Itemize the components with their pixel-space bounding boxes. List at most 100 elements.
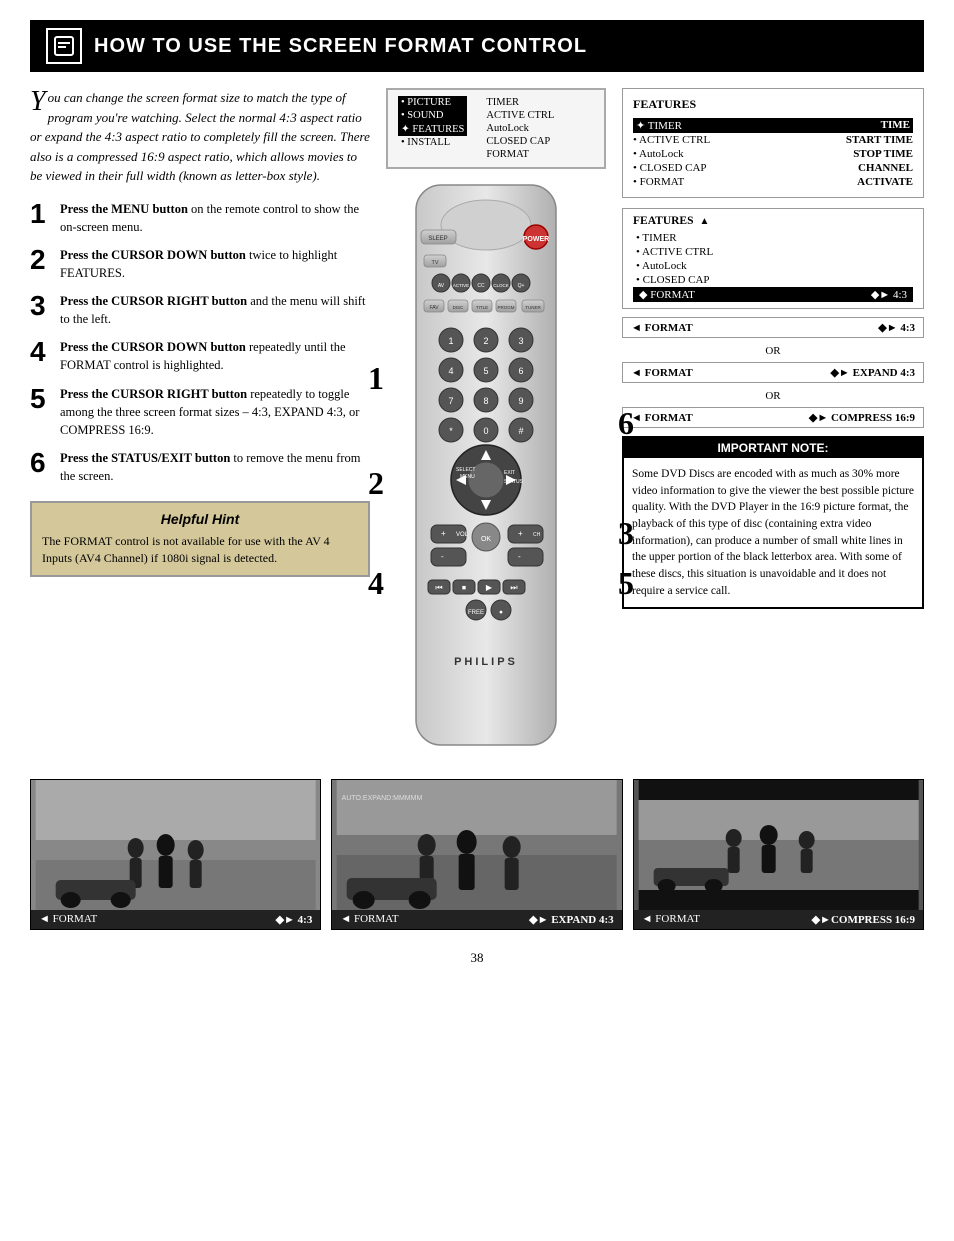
important-note-title: IMPORTANT NOTE: [624, 438, 922, 458]
demo-compress: ◄ FORMAT ◆►COMPRESS 16:9 [633, 779, 924, 930]
features-active-ctrl-row: • ACTIVE CTRL START TIME [633, 133, 913, 147]
step-1-number: 1 [30, 200, 50, 228]
menu-item-sound: ✦ FEATURES [398, 122, 467, 136]
svg-text:PROGM: PROGM [497, 305, 514, 310]
format-row-1: ◄ FORMAT ◆► 4:3 [622, 317, 924, 338]
step-6-number: 6 [30, 449, 50, 477]
important-note: IMPORTANT NOTE: Some DVD Discs are encod… [622, 436, 924, 609]
svg-text:⏮: ⏮ [435, 583, 442, 592]
menu-active-ctrl: ACTIVE CTRL [483, 109, 557, 122]
svg-text:DISC: DISC [453, 305, 465, 310]
features-closed-cap-row: • CLOSED CAP CHANNEL [633, 161, 913, 175]
svg-text:#: # [518, 426, 523, 436]
svg-text:-: - [441, 552, 444, 561]
step-4: 4 Press the CURSOR DOWN button repeatedl… [30, 338, 370, 374]
remote-step-2-label: 2 [368, 465, 384, 502]
svg-text:⏺: ⏺ [499, 610, 502, 616]
middle-column: • PICTURE • SOUND ✦ FEATURES • INSTALL T… [386, 88, 606, 759]
step-5-text: Press the CURSOR RIGHT button repeatedly… [60, 385, 370, 439]
svg-text:3: 3 [518, 336, 523, 346]
step-5: 5 Press the CURSOR RIGHT button repeated… [30, 385, 370, 439]
format-or-2: OR [622, 387, 924, 405]
remote-control: 1 2 4 6 3 5 [386, 175, 606, 759]
menu-item-install: • INSTALL [398, 136, 467, 149]
step-5-bold: Press the CURSOR RIGHT button [60, 387, 247, 401]
features-menu-1: FEATURES ✦ TIMER TIME • ACTIVE CTRL STAR… [622, 88, 924, 198]
svg-text:⏭: ⏭ [510, 583, 517, 592]
svg-text:SLEEP: SLEEP [428, 236, 447, 242]
features-menu-2-title: FEATURES [633, 215, 694, 227]
menu-closed-cap: CLOSED CAP [483, 135, 557, 148]
step-6-text: Press the STATUS/EXIT button to remove t… [60, 449, 370, 485]
drop-cap: Y [30, 88, 46, 116]
step-2-bold: Press the CURSOR DOWN button [60, 248, 246, 262]
menu-timer: TIMER [483, 96, 557, 109]
remote-step-1-label: 1 [368, 360, 384, 397]
hint-text: The FORMAT control is not available for … [42, 533, 358, 567]
remote-step-4-label: 4 [368, 565, 384, 602]
svg-text:0: 0 [483, 426, 488, 436]
svg-text:2: 2 [483, 336, 488, 346]
format-row-3: ◄ FORMAT ◆► COMPRESS 16:9 [622, 407, 924, 428]
important-note-body: Some DVD Discs are encoded with as much … [624, 458, 922, 607]
step-6-bold: Press the STATUS/EXIT button [60, 451, 230, 465]
svg-text:6: 6 [518, 366, 523, 376]
demo-expand: AUTO:EXPAND:MMMMM ◄ FORMAT ◆► EXPAND 4:3 [331, 779, 622, 930]
fm2-autolock: • AutoLock [633, 259, 913, 273]
svg-text:-: - [518, 552, 521, 561]
demo-compress-image [634, 780, 923, 910]
svg-text:FREE: FREE [468, 610, 484, 616]
features-format-row: • FORMAT ACTIVATE [633, 175, 913, 189]
svg-text:CLOCK: CLOCK [493, 283, 509, 288]
features-timer-row: ✦ TIMER TIME [633, 118, 913, 133]
left-column: Y ou can change the screen format size t… [30, 88, 370, 759]
svg-text:+: + [441, 529, 446, 538]
menu-col-right: TIMER ACTIVE CTRL AutoLock CLOSED CAP FO… [483, 96, 557, 161]
svg-text:VOL: VOL [456, 532, 469, 538]
demo-compress-label: ◄ FORMAT ◆►COMPRESS 16:9 [634, 910, 923, 929]
step-3: 3 Press the CURSOR RIGHT button and the … [30, 292, 370, 328]
remote-svg: SLEEP POWER TV AV ACTIVE CC CLOCK Q+ [386, 175, 586, 755]
step-1-text: Press the MENU button on the remote cont… [60, 200, 370, 236]
features-menu-1-title: FEATURES [633, 97, 913, 112]
remote-step-5-label: 5 [618, 565, 634, 602]
fm2-closed-cap: • CLOSED CAP [633, 273, 913, 287]
svg-text:TITLE: TITLE [476, 305, 488, 310]
step-4-bold: Press the CURSOR DOWN button [60, 340, 246, 354]
hint-title: Helpful Hint [42, 511, 358, 527]
header-icon [46, 28, 82, 64]
svg-text:STATUS: STATUS [504, 479, 524, 485]
svg-text:AUTO:EXPAND:MMMMM: AUTO:EXPAND:MMMMM [342, 795, 423, 802]
svg-text:*: * [449, 426, 453, 436]
svg-text:POWER: POWER [523, 236, 549, 243]
svg-text:1: 1 [448, 336, 453, 346]
svg-text:Q+: Q+ [518, 283, 525, 289]
intro-text: Y ou can change the screen format size t… [30, 88, 370, 186]
svg-text:CH: CH [533, 532, 541, 538]
svg-text:+: + [518, 529, 523, 538]
onscreen-menu: • PICTURE • SOUND ✦ FEATURES • INSTALL T… [386, 88, 606, 169]
svg-text:SELECT: SELECT [456, 467, 475, 473]
features-autolock-row: • AutoLock STOP TIME [633, 147, 913, 161]
step-1: 1 Press the MENU button on the remote co… [30, 200, 370, 236]
svg-text:⏹: ⏹ [462, 583, 466, 592]
svg-text:FAV: FAV [429, 305, 439, 311]
svg-text:5: 5 [483, 366, 488, 376]
demo-normal-label: ◄ FORMAT ◆► 4:3 [31, 910, 320, 929]
menu-item-features: • PICTURE [398, 96, 467, 109]
step-4-number: 4 [30, 338, 50, 366]
bottom-section: ◄ FORMAT ◆► 4:3 AUTO:EXP [30, 779, 924, 930]
step-6: 6 Press the STATUS/EXIT button to remove… [30, 449, 370, 485]
svg-text:TV: TV [431, 260, 438, 266]
step-3-text: Press the CURSOR RIGHT button and the me… [60, 292, 370, 328]
fm2-active-ctrl: • ACTIVE CTRL [633, 245, 913, 259]
svg-text:8: 8 [483, 396, 488, 406]
svg-text:ACTIVE: ACTIVE [453, 283, 469, 288]
svg-text:OK: OK [481, 536, 491, 543]
remote-step-6-label: 6 [618, 405, 634, 442]
demo-expand-label: ◄ FORMAT ◆► EXPAND 4:3 [332, 910, 621, 929]
svg-text:4: 4 [448, 366, 453, 376]
helpful-hint-box: Helpful Hint The FORMAT control is not a… [30, 501, 370, 577]
step-3-number: 3 [30, 292, 50, 320]
step-2-text: Press the CURSOR DOWN button twice to hi… [60, 246, 370, 282]
